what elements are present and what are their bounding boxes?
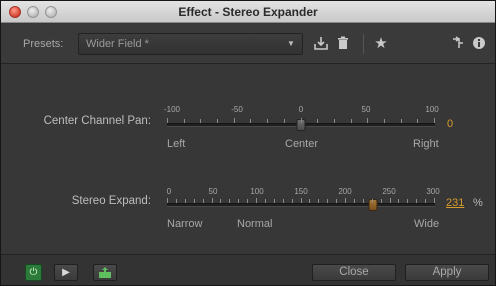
- slider-tick-mark: [167, 118, 168, 123]
- slider-tick-mark: [291, 199, 293, 203]
- power-icon[interactable]: ⏻: [25, 264, 42, 281]
- slider-tick-mark: [267, 119, 269, 123]
- export-icon[interactable]: [93, 264, 117, 281]
- center-pan-center-label: Center: [285, 138, 319, 150]
- center-pan-right-label: Right: [413, 138, 439, 150]
- presets-dropdown[interactable]: Wider Field * ▼: [78, 33, 303, 55]
- slider-tick-mark: [416, 199, 418, 203]
- slider-tick-mark: [318, 199, 320, 203]
- slider-tick-mark: [200, 119, 202, 123]
- slider-tick-mark: [247, 199, 249, 203]
- stereo-expand-unit: %: [473, 197, 483, 209]
- slider-tick-mark: [398, 199, 400, 203]
- window-title: Effect - Stereo Expander: [178, 5, 318, 19]
- slider-tick-mark: [407, 199, 409, 203]
- footer-bar: ⏻ ▶ Close Apply: [1, 254, 495, 285]
- slider-tick-mark: [220, 199, 222, 203]
- toolbar-divider: [363, 34, 364, 54]
- center-pan-left-label: Left: [167, 138, 186, 150]
- center-pan-tick: 100: [425, 105, 439, 114]
- stereo-expand-label: Stereo Expand:: [71, 195, 151, 207]
- stereo-expand-normal-label: Normal: [237, 218, 273, 230]
- stereo-expand-tick: 0: [166, 187, 172, 196]
- slider-tick-mark: [327, 199, 329, 203]
- stereo-expand-narrow-label: Narrow: [167, 218, 203, 230]
- slider-tick-mark: [184, 199, 186, 203]
- slider-tick-mark: [350, 119, 352, 123]
- info-icon[interactable]: [471, 36, 487, 52]
- slider-tick-mark: [417, 119, 419, 123]
- center-pan-tick: -100: [163, 105, 181, 114]
- slider-tick-mark: [434, 198, 435, 203]
- presets-value: Wider Field *: [86, 38, 149, 50]
- slider-tick-mark: [425, 199, 427, 203]
- stereo-expand-value[interactable]: 231: [446, 197, 464, 209]
- slider-tick-mark: [183, 119, 185, 123]
- slider-tick-mark: [282, 199, 284, 203]
- slider-tick-mark: [389, 198, 391, 203]
- slider-tick-mark: [362, 199, 364, 203]
- stereo-expand-tick: 150: [294, 187, 308, 196]
- slider-tick-mark: [211, 198, 213, 203]
- slider-tick-mark: [217, 119, 219, 123]
- stereo-expand-tick: 300: [426, 187, 440, 196]
- slider-tick-mark: [238, 199, 240, 203]
- center-pan-tick: 0: [298, 105, 304, 114]
- stereo-expand-wide-label: Wide: [414, 218, 440, 230]
- slider-tick-mark: [434, 118, 435, 123]
- stereo-expand-tick: 100: [250, 187, 264, 196]
- slider-tick-mark: [333, 119, 335, 123]
- slider-tick-mark: [264, 199, 266, 203]
- slider-tick-mark: [367, 118, 369, 123]
- slider-tick-mark: [371, 199, 373, 203]
- slider-tick-mark: [250, 119, 252, 123]
- stereo-expand-tick: 200: [338, 187, 352, 196]
- slider-tick-mark: [317, 119, 319, 123]
- play-icon[interactable]: ▶: [54, 264, 78, 281]
- center-pan-value[interactable]: 0: [447, 118, 453, 130]
- slider-tick-mark: [380, 199, 382, 203]
- slider-tick-mark: [336, 199, 338, 203]
- slider-tick-mark: [229, 199, 231, 203]
- chevron-down-icon[interactable]: ▼: [284, 35, 298, 53]
- apply-button[interactable]: Apply: [405, 264, 489, 281]
- stereo-expand-slider[interactable]: [167, 198, 435, 211]
- slider-tick-mark: [300, 198, 302, 203]
- routing-icon[interactable]: [450, 36, 466, 52]
- slider-tick-mark: [383, 119, 385, 123]
- slider-tick-mark: [256, 198, 257, 203]
- stereo-expand-tick: 50: [208, 187, 218, 196]
- slider-tick-mark: [283, 119, 285, 123]
- center-pan-label: Center Channel Pan:: [43, 115, 151, 127]
- slider-tick-mark: [175, 199, 177, 203]
- slider-tick-mark: [309, 199, 311, 203]
- presets-bar: Presets: Wider Field * ▼ ★: [1, 24, 495, 64]
- slider-tick-mark: [353, 199, 355, 203]
- slider-tick-mark: [300, 118, 302, 123]
- stereo-expand-thumb[interactable]: [368, 199, 378, 211]
- center-pan-slider[interactable]: [167, 118, 435, 131]
- delete-preset-icon[interactable]: [335, 36, 351, 52]
- favorite-star-icon[interactable]: ★: [373, 36, 389, 52]
- title-bar: Effect - Stereo Expander: [1, 1, 495, 23]
- save-preset-icon[interactable]: [313, 36, 329, 52]
- slider-tick-mark: [202, 199, 204, 203]
- presets-label: Presets:: [23, 38, 64, 50]
- close-button[interactable]: Close: [312, 264, 396, 281]
- center-pan-tick: 50: [361, 105, 371, 114]
- slider-tick-mark: [400, 119, 402, 123]
- slider-tick-mark: [193, 199, 195, 203]
- effect-window: Effect - Stereo Expander Presets: Wider …: [0, 0, 496, 286]
- slider-tick-mark: [167, 198, 168, 203]
- stereo-expand-tick: 250: [382, 187, 396, 196]
- slider-tick-mark: [233, 118, 235, 123]
- slider-tick-mark: [273, 199, 275, 203]
- slider-tick-mark: [345, 198, 346, 203]
- center-pan-tick: -50: [231, 105, 243, 114]
